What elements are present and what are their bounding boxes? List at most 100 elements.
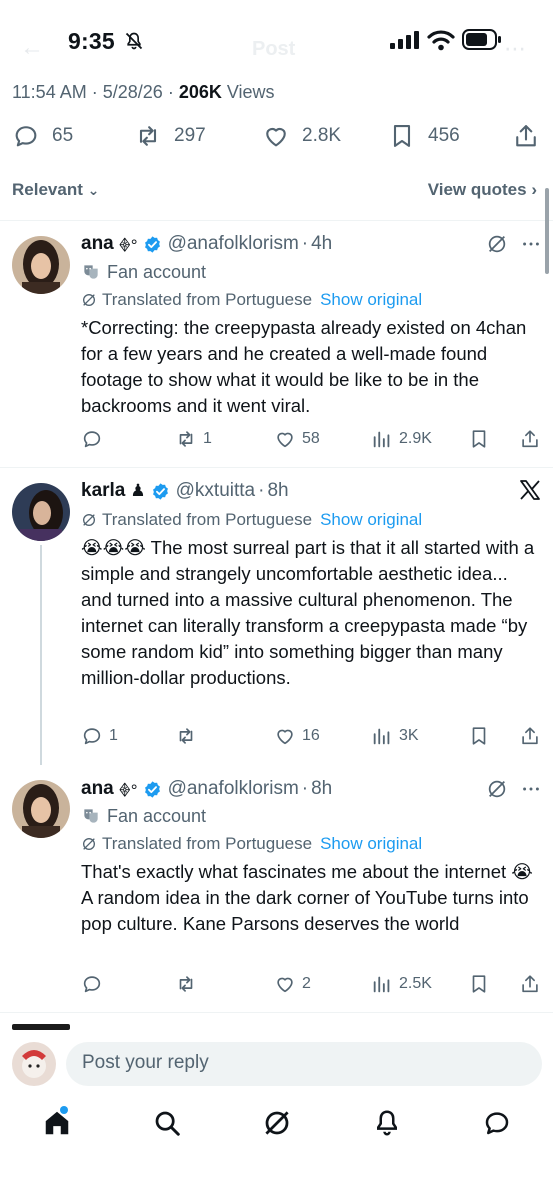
grok-icon [488,235,506,253]
share-icon [516,125,536,147]
share-button[interactable] [519,721,541,751]
nav-messages[interactable] [482,1108,514,1140]
chevron-right-icon: › [531,180,537,199]
back-arrow-icon[interactable]: ← [20,34,44,62]
reply-text: 😭😭😭 The most surreal part is that it all… [81,537,535,688]
like-button[interactable]: 2 [274,969,311,999]
grok-icon [83,838,95,850]
post-time: 11:54 AM [12,82,87,102]
view-quotes-link[interactable]: View quotes › [428,180,537,200]
reply-author-line: ana 𖢻° @anafolklorism · 8h [81,778,333,800]
fan-account-label: Fan account [81,804,206,828]
name-emoji: ♟ [130,481,146,500]
like-button[interactable]: 16 [274,721,320,751]
bookmark-button[interactable] [468,424,490,454]
more-options-button[interactable] [520,778,542,800]
grok-button[interactable] [486,778,508,800]
repost-button[interactable]: 1 [175,424,212,454]
status-bar: ← Post ⋯ 9:35 [0,0,553,80]
bookmark-button[interactable] [468,969,490,999]
reply-author-line: ana 𖢻° @anafolklorism · 4h [81,233,333,255]
cellular-signal-icon [390,31,419,49]
name-emoji: 𖢻° [118,235,138,255]
handle[interactable]: @kxtuitta [176,480,255,502]
sort-dropdown[interactable]: Relevant ⌄ [12,180,99,200]
bookmark-icon [472,975,486,993]
messages-icon [485,1112,509,1135]
post-date: 5/28/26 [102,82,163,102]
battery-icon [462,29,501,50]
bookmark-button[interactable] [468,721,490,751]
theater-masks-icon [84,265,98,279]
reply-input[interactable]: Post your reply [66,1042,542,1086]
views-button[interactable]: 3K [371,721,419,751]
avatar[interactable] [12,780,70,838]
views-button[interactable]: 2.5K [371,969,432,999]
reply-text: *Correcting: the creepypasta already exi… [81,317,527,416]
x-logo-button[interactable] [518,478,542,502]
grok-icon [265,1111,289,1135]
reply-item[interactable]: ana 𖢻° @anafolklorism · 8h Fan account T… [0,768,553,1014]
reply-button[interactable]: 65 [12,118,73,154]
reply-button[interactable] [81,969,109,999]
verified-badge-icon [144,235,160,253]
home-icon [45,1111,69,1135]
reply-item[interactable]: ana 𖢻° @anafolklorism · 4h Fan account T… [0,221,553,467]
share-icon [522,727,538,745]
avatar[interactable] [12,1042,56,1086]
repost-button[interactable] [175,721,203,751]
reply-count: 1 [109,727,118,744]
more-options-button[interactable] [520,233,542,255]
nav-home[interactable] [42,1108,74,1140]
like-button[interactable]: 2.8K [262,118,341,154]
reply-time: 4h [311,233,333,254]
bookmark-icon [393,125,411,147]
reply-icon [83,728,101,745]
show-original-link[interactable]: Show original [320,510,422,530]
repost-button[interactable] [175,969,203,999]
show-original-link[interactable]: Show original [320,834,422,854]
like-count: 2 [302,975,311,992]
grok-button[interactable] [486,233,508,255]
more-icon[interactable]: ⋯ [504,36,526,62]
views-icon [373,431,390,448]
like-button[interactable]: 58 [274,424,320,454]
wifi-icon [427,30,455,51]
reply-button[interactable] [81,424,109,454]
translation-line: Translated from Portuguese Show original [81,833,422,855]
views-button[interactable]: 2.9K [371,424,432,454]
handle[interactable]: @anafolklorism [168,233,299,255]
bookmark-button[interactable]: 456 [388,118,460,154]
like-count: 58 [302,430,320,447]
reply-actions: 1 58 2.9K [0,424,553,454]
post-stats-bar: 65 297 2.8K 456 [0,118,553,158]
nav-grok[interactable] [262,1108,294,1140]
theater-masks-icon [84,809,98,823]
handle[interactable]: @anafolklorism [168,778,299,800]
share-button[interactable] [519,424,541,454]
like-icon [266,127,286,147]
reply-composer: Post your reply [0,1030,553,1100]
verified-badge-icon [144,780,160,798]
display-name[interactable]: karla [81,480,125,502]
reply-item[interactable]: karla ♟ @kxtuitta · 8h Translated from P… [0,468,553,772]
avatar[interactable] [12,236,70,294]
repost-count: 297 [174,125,206,146]
show-original-link[interactable]: Show original [320,290,422,310]
nav-notifications[interactable] [372,1108,404,1140]
views-count: 2.9K [399,430,432,447]
notifications-icon [377,1110,397,1136]
display-name[interactable]: ana [81,778,114,800]
reply-button[interactable]: 1 [81,721,118,751]
nav-search[interactable] [152,1108,184,1140]
verified-badge-icon [152,482,168,500]
display-name[interactable]: ana [81,233,114,255]
grok-icon [83,514,95,526]
repost-button[interactable]: 297 [134,118,206,154]
reply-time: 8h [311,778,333,799]
share-button[interactable] [519,969,541,999]
grok-icon [488,780,506,798]
avatar[interactable] [12,483,70,541]
views-icon [373,728,390,745]
share-button[interactable] [512,118,540,154]
